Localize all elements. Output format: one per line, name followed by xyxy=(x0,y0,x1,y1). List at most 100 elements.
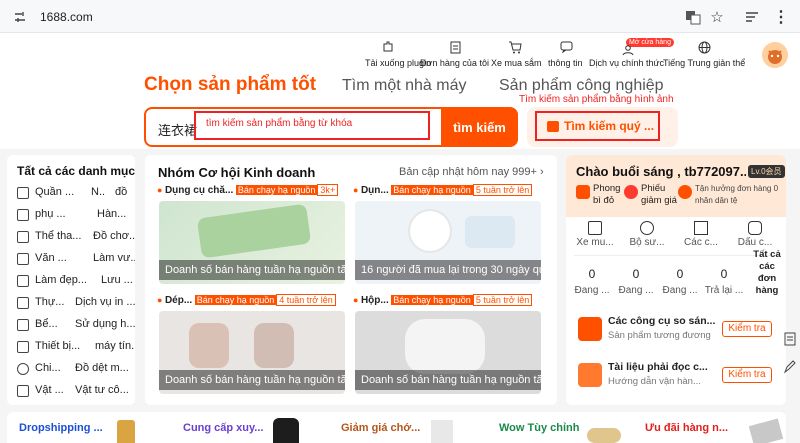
order-status[interactable]: 0 Trả lại ... xyxy=(702,267,746,301)
category-row[interactable]: Làm đẹp... Lưu ... xyxy=(17,273,135,291)
category-link[interactable]: đồ xyxy=(115,186,135,198)
category-row[interactable]: Thiết bị... máy tín... xyxy=(17,339,135,357)
category-link[interactable]: Chi... xyxy=(35,362,65,374)
product-caption: 16 người đã mua lại trong 30 ngày qua xyxy=(355,260,541,280)
perk-coupon[interactable]: Phiếu giảm giá xyxy=(624,183,677,213)
category-link[interactable]: Quần ... xyxy=(35,186,79,198)
tab-choose-product[interactable]: Chọn sản phẩm tốt xyxy=(144,74,316,96)
cart-icon xyxy=(588,221,602,235)
shortcut-stores[interactable]: Các c... xyxy=(678,221,724,251)
category-row[interactable]: Quần ... N.. đồ xyxy=(17,185,135,203)
tab-find-factory[interactable]: Tìm một nhà máy xyxy=(342,77,466,95)
promo-dropshipping[interactable]: Dropshipping ... xyxy=(19,422,169,434)
category-row[interactable]: phụ ... Hàn... xyxy=(17,207,135,225)
category-link[interactable]: Sử dụng h... xyxy=(75,318,135,330)
cart-icon[interactable] xyxy=(508,40,522,54)
nav-cart[interactable]: Xe mua sắm xyxy=(491,58,542,68)
promo-discount[interactable]: Giảm giá chớ... xyxy=(341,422,491,434)
perk-zero-order[interactable]: Tận hưởng đơn hàng 0 nhân dân tệ xyxy=(678,183,782,213)
tab-industrial-products[interactable]: Sản phẩm công nghiệp xyxy=(499,77,664,95)
plugin-icon[interactable] xyxy=(380,40,394,54)
member-level-badge[interactable]: Lv.0会员 xyxy=(748,165,785,178)
edit-icon[interactable] xyxy=(781,358,799,376)
promo-supply[interactable]: Cung cấp xuy... xyxy=(183,422,333,434)
search-input[interactable]: 连衣裙 xyxy=(158,120,197,139)
category-link[interactable]: Làm vư... xyxy=(93,252,135,264)
category-link[interactable]: Thự... xyxy=(35,296,69,308)
shortcut-collection[interactable]: Bộ sư... xyxy=(624,221,670,251)
category-link[interactable]: Hàn... xyxy=(97,208,135,220)
reading-list-icon[interactable] xyxy=(743,8,761,26)
category-link[interactable]: Lưu ... xyxy=(101,274,135,286)
category-link[interactable]: Đồ dệt m... xyxy=(75,362,135,374)
tool-title: Tài liệu phải đọc c... xyxy=(608,361,708,373)
order-count: 0 xyxy=(588,267,596,281)
food-icon xyxy=(17,297,29,309)
all-orders-link[interactable]: Tất cả các đơn hàng xyxy=(750,249,784,297)
user-service-icon[interactable] xyxy=(621,44,635,56)
category-link[interactable]: N.. xyxy=(91,186,111,198)
location-icon xyxy=(17,363,29,375)
globe-icon[interactable] xyxy=(697,40,711,54)
product-card[interactable]: ● Dụng cụ chă... Bán chạy hạ nguồn 3k+ Do… xyxy=(157,184,347,285)
order-status[interactable]: 0 Đang ... xyxy=(660,267,700,301)
menu-icon[interactable]: ⋮ xyxy=(772,8,790,26)
product-card[interactable]: ● Dụn... Bán chạy hạ nguồn 5 tuần trở lên… xyxy=(353,184,543,285)
nav-language[interactable]: Tiếng Trung giản thể xyxy=(663,58,745,68)
search-button[interactable]: tìm kiếm xyxy=(441,108,518,146)
site-info-icon[interactable] xyxy=(12,9,28,25)
category-row[interactable]: Chi... Đồ dệt m... xyxy=(17,361,135,379)
product-header: ● Hộp... Bán chạy hạ nguồn 5 tuần trở lên xyxy=(353,294,543,306)
tool-guide[interactable]: Tài liệu phải đọc c... Hướng dẫn vận hàn… xyxy=(578,361,778,391)
nav-messages[interactable]: thông tin xyxy=(548,58,583,68)
category-link[interactable]: máy tín... xyxy=(95,340,135,352)
category-row[interactable]: Văn ... Làm vư... xyxy=(17,251,135,269)
product-header: ● Dụng cụ chă... Bán chạy hạ nguồn 3k+ xyxy=(157,184,347,196)
perk-red-envelope[interactable]: Phong bì đỏ xyxy=(576,183,626,213)
category-link[interactable]: Đồ chơ... xyxy=(93,230,135,242)
order-status[interactable]: 0 Đang ... xyxy=(572,267,612,301)
category-row[interactable]: Vật ... Vật tư cô... xyxy=(17,383,135,401)
category-link[interactable]: Thiết bị... xyxy=(35,340,89,352)
category-row[interactable]: Thể tha... Đồ chơ... xyxy=(17,229,135,247)
opportunities-updated-link[interactable]: Bản cập nhật hôm nay 999+ › xyxy=(399,166,544,178)
category-link[interactable]: Vật tư cô... xyxy=(75,384,135,396)
product-shape xyxy=(196,203,312,259)
promo-custom[interactable]: Wow Tùy chỉnh xyxy=(499,422,649,434)
greeting: Chào buổi sáng , tb772097... xyxy=(576,164,746,179)
avatar[interactable] xyxy=(762,42,788,68)
nav-my-orders[interactable]: Đơn hàng của tôi xyxy=(420,58,489,68)
star-icon[interactable]: ☆ xyxy=(708,8,726,26)
translate-icon[interactable] xyxy=(684,8,702,26)
product-caption: Doanh số bán hàng tuần hạ nguồn tăng vọt xyxy=(355,370,541,390)
product-image: Doanh số bán hàng tuần hạ nguồn tăng vọt xyxy=(159,311,345,394)
category-link[interactable]: phụ ... xyxy=(35,208,87,220)
category-link[interactable]: Bể... xyxy=(35,318,65,330)
category-row[interactable]: Thự... Dịch vụ in ... xyxy=(17,295,135,313)
check-button[interactable]: Kiểm tra xyxy=(722,321,772,337)
category-row[interactable]: Bể... Sử dụng h... xyxy=(17,317,135,335)
category-link[interactable]: Thể tha... xyxy=(35,230,87,242)
category-link[interactable]: Làm đẹp... xyxy=(35,274,91,286)
category-link[interactable]: Văn ... xyxy=(35,252,87,264)
feedback-icon[interactable] xyxy=(781,330,799,348)
category-link[interactable]: Dịch vụ in ... xyxy=(75,296,135,308)
check-button[interactable]: Kiểm tra xyxy=(722,367,772,383)
product-card[interactable]: ● Dép... Bán chạy hạ nguồn 4 tuần trở lên… xyxy=(157,294,347,395)
category-link[interactable]: Vật ... xyxy=(35,384,73,396)
shortcut-cart[interactable]: Xe mu... xyxy=(572,221,618,251)
product-card[interactable]: ● Hộp... Bán chạy hạ nguồn 5 tuần trở lên… xyxy=(353,294,543,395)
url-text[interactable]: 1688.com xyxy=(40,10,93,24)
image-search-button[interactable]: Tìm kiếm quý ... xyxy=(535,111,660,141)
product-header: ● Dụn... Bán chạy hạ nguồn 5 tuần trở lên xyxy=(353,184,543,196)
categories-title[interactable]: Tất cả các danh mục xyxy=(17,164,135,178)
order-icon[interactable] xyxy=(448,40,462,54)
product-caption: Doanh số bán hàng tuần hạ nguồn tăng vọt xyxy=(159,260,345,280)
product-image: Doanh số bán hàng tuần hạ nguồn tăng vọt xyxy=(355,311,541,394)
tool-compare[interactable]: Các công cụ so sán... Sản phẩm tương đươ… xyxy=(578,315,778,345)
shortcut-footprint[interactable]: Dấu c... xyxy=(732,221,778,251)
nav-official-service[interactable]: Dịch vụ chính thức xyxy=(589,58,664,68)
order-label: Đang ... xyxy=(618,285,654,296)
message-icon[interactable] xyxy=(559,40,573,54)
order-status[interactable]: 0 Đang ... xyxy=(616,267,656,301)
